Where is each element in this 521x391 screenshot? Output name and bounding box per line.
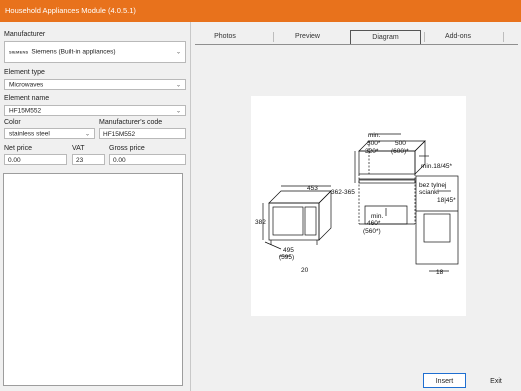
- chevron-down-icon: ⌄: [175, 49, 181, 56]
- color-value: stainless steel: [9, 130, 50, 137]
- manufacturer-label: Manufacturer: [4, 31, 46, 38]
- dim-382: 382: [255, 219, 266, 226]
- element-name-label: Element name: [4, 95, 50, 102]
- window-title-bar: Household Appliances Module (4.0.5.1): [0, 0, 521, 22]
- dim-300: 300*: [367, 140, 381, 147]
- tab-photos[interactable]: Photos: [195, 30, 255, 44]
- dim-500: 500: [395, 140, 406, 147]
- insert-button[interactable]: Insert: [423, 373, 466, 388]
- manufacturer-code-field[interactable]: HF15M552: [99, 128, 186, 139]
- exit-button[interactable]: Exit: [476, 373, 516, 388]
- microwave-front-face: [268, 202, 320, 241]
- properties-panel: Manufacturer SIEMENS Siemens (Built-in ap…: [0, 22, 190, 391]
- gross-price-label: Gross price: [109, 145, 145, 152]
- tab-separator: [273, 32, 274, 42]
- view-tabs: Photos Preview Diagram Add-ons: [195, 30, 518, 44]
- element-name-select[interactable]: HF15M552 ⌄: [4, 105, 186, 116]
- dim-595: (595): [279, 254, 294, 261]
- color-label: Color: [4, 119, 21, 126]
- panel-divider[interactable]: [190, 22, 191, 391]
- tab-separator: [503, 32, 504, 42]
- dim-min-label-bottom: min.: [371, 213, 383, 220]
- net-price-field[interactable]: 0.00: [4, 154, 67, 165]
- siemens-logo: SIEMENS: [9, 49, 29, 55]
- dim-min-18-45: min.18/45*: [421, 163, 453, 170]
- cabinet-shelf: [358, 179, 416, 184]
- dim-20: 20: [301, 267, 309, 274]
- element-type-select[interactable]: Microwaves ⌄: [4, 79, 186, 90]
- dim-scianki: scianki: [419, 189, 439, 196]
- microwave-door-window: [272, 206, 304, 236]
- tab-preview[interactable]: Preview: [275, 30, 340, 44]
- dim-600: (600)*: [391, 148, 409, 155]
- chevron-down-icon: ⌄: [84, 131, 90, 137]
- tab-separator: [424, 32, 425, 42]
- elements-list[interactable]: [3, 173, 183, 386]
- dim-560: (560*): [363, 228, 381, 235]
- gross-price-field[interactable]: 0.00: [109, 154, 186, 165]
- manufacturer-select-value: Siemens (Built-in appliances): [31, 48, 116, 56]
- vat-label: VAT: [72, 145, 85, 152]
- tab-underline: [195, 44, 518, 45]
- element-type-label: Element type: [4, 69, 45, 76]
- vat-field[interactable]: 23: [72, 154, 105, 165]
- microwave-top-face: [268, 190, 332, 204]
- installation-diagram-drawing: 453 382 495 (595) 20 362-365 min. 300* 3…: [255, 132, 459, 276]
- microwave-control-panel: [304, 206, 317, 236]
- dim-495: 495: [283, 247, 294, 254]
- color-select[interactable]: stainless steel ⌄: [4, 128, 95, 139]
- dim-18: 18: [436, 269, 444, 276]
- dim-453: 453: [307, 185, 318, 192]
- element-type-value: Microwaves: [9, 81, 44, 88]
- dim-320: 320*: [365, 148, 379, 155]
- dim-18-45: 18|45*: [437, 197, 456, 204]
- dim-min-label-top: min.: [368, 132, 380, 139]
- chevron-down-icon: ⌄: [175, 82, 181, 88]
- element-name-value: HF15M552: [9, 107, 42, 114]
- dim-460: 460*: [367, 220, 381, 227]
- chevron-down-icon: ⌄: [175, 108, 181, 114]
- manufacturer-code-label: Manufacturer's code: [99, 119, 163, 126]
- window-title: Household Appliances Module (4.0.5.1): [5, 6, 136, 15]
- tab-diagram[interactable]: Diagram: [350, 30, 421, 44]
- manufacturer-select[interactable]: SIEMENS Siemens (Built-in appliances) ⌄: [4, 41, 186, 63]
- net-price-label: Net price: [4, 145, 33, 152]
- dim-bez-tylnej: bez tylnej: [419, 182, 446, 189]
- microwave-side-face: [318, 190, 332, 241]
- installation-diagram: 453 382 495 (595) 20 362-365 min. 300* 3…: [251, 96, 466, 316]
- dim-362-365: 362-365: [331, 189, 355, 196]
- tab-add-ons[interactable]: Add-ons: [427, 30, 489, 44]
